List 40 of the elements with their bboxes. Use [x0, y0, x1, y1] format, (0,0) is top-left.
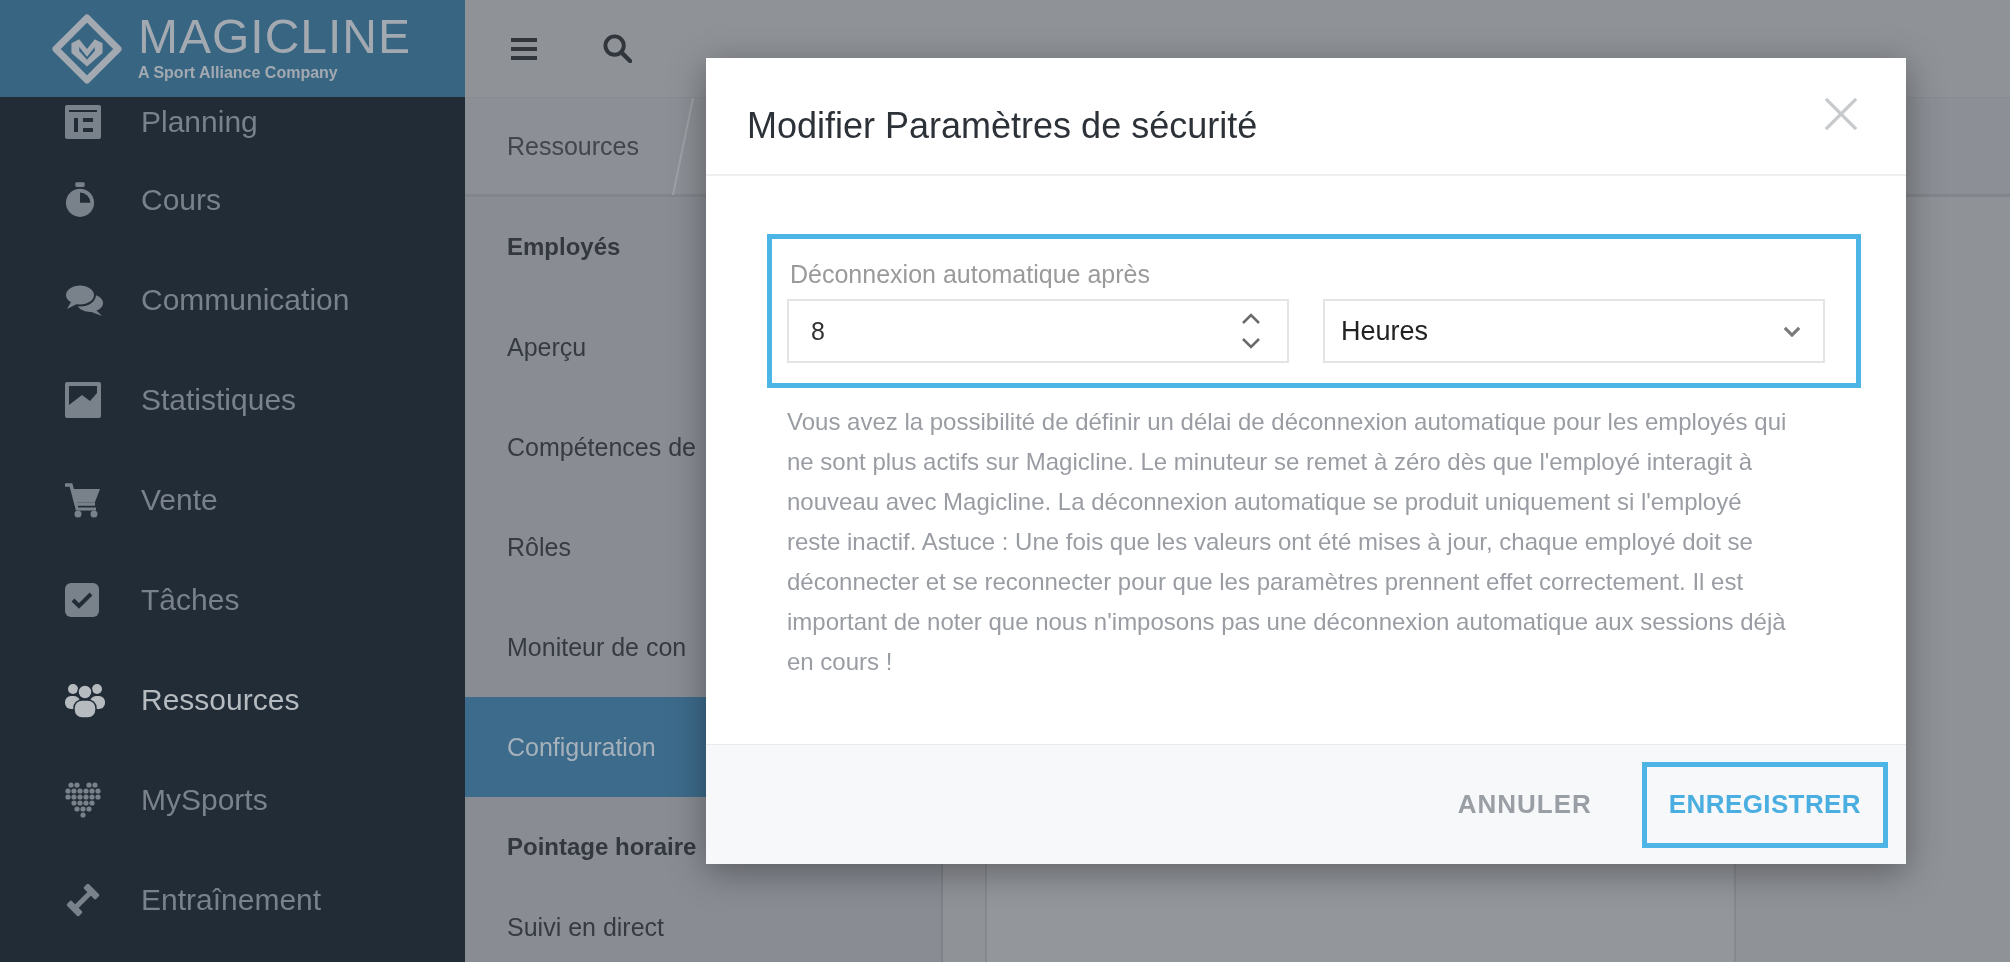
dotted-heart-icon — [65, 782, 101, 818]
brand-name: MAGICLINE — [138, 14, 412, 59]
subnav-link[interactable]: Rôles — [507, 532, 571, 562]
sidebar-item[interactable]: Cours — [65, 182, 222, 218]
section-heading: Pointage horaire — [507, 833, 697, 861]
search-icon[interactable] — [603, 34, 632, 63]
sidebar-item[interactable]: Communication — [65, 282, 350, 318]
sidebar-item[interactable]: Statistiques — [65, 382, 297, 418]
chevron-down-icon — [1783, 325, 1801, 337]
dialog-title: Modifier Paramètres de sécurité — [747, 105, 1258, 147]
number-input[interactable]: 8 — [787, 299, 1289, 363]
subnav-link[interactable]: Compétences de — [507, 432, 696, 462]
cancel-button[interactable]: ANNULER — [1457, 789, 1592, 820]
sidebar-item[interactable]: Tâches — [65, 582, 240, 618]
dumbbell-icon — [65, 882, 101, 918]
logo-icon — [52, 13, 122, 84]
subnav-link[interactable]: Aperçu — [507, 332, 587, 362]
brand-tagline: A Sport Alliance Company — [138, 62, 339, 83]
speech-bubbles-icon — [65, 284, 103, 316]
area-chart-icon — [65, 382, 101, 418]
subnav-link[interactable]: Moniteur de con — [507, 632, 687, 662]
save-button[interactable]: ENREGISTRER — [1646, 766, 1883, 843]
calendar-icon — [65, 105, 101, 139]
help-text: Vous avez la possibilité de définir un délai de déconnexion automatique pour les employés qui ne sont plus actifs sur Magicline. Le minuteur se remet à zéro dès que l'employé interagit à nouveau avec Magicline. La déconnexion automatique se produit uniquement si l'employé reste inactif. Astuce : Une fois que les valeurs ont été mises à jour, chaque employé doit se déconnecter et se reconnecter pour que les paramètres prennent effet correctement. Il est important de noter que nous n'imposons pas une déconnexion automatique aux sessions déjà en cours ! — [787, 407, 1788, 677]
sidebar-item[interactable]: Vente — [65, 482, 218, 518]
stopwatch-icon — [65, 182, 95, 218]
unit-select[interactable]: Heures — [1323, 299, 1825, 363]
sidebar-item[interactable]: Entraînement — [65, 882, 322, 918]
sidebar-item[interactable]: Planning — [65, 104, 258, 140]
people-icon — [65, 682, 105, 718]
subnav-link[interactable]: Suivi en direct — [507, 912, 665, 942]
sidebar-item[interactable]: Ressources — [65, 682, 300, 718]
close-icon — [1824, 97, 1858, 131]
field-label: Déconnexion automatique après — [790, 259, 1151, 289]
cart-icon — [65, 482, 101, 518]
breadcrumb-link[interactable]: Ressources — [507, 131, 639, 161]
menu-icon[interactable] — [511, 37, 537, 60]
sidebar-item[interactable]: MySports — [65, 782, 268, 818]
checkbox-icon — [65, 583, 99, 617]
section-heading: Employés — [507, 233, 621, 261]
